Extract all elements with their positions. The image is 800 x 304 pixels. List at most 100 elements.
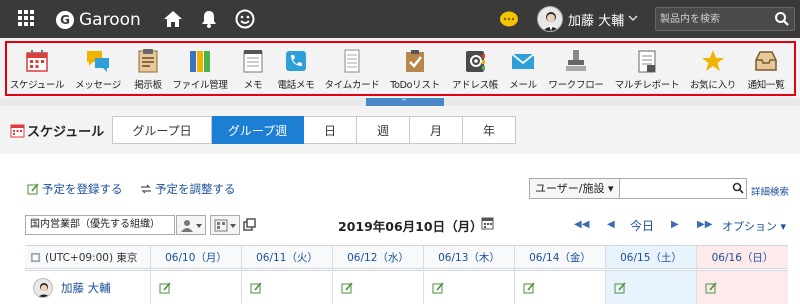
user-name-link[interactable]: 加藤 大輔 — [61, 280, 111, 296]
day-header-0616[interactable]: 06/16（日） — [696, 246, 788, 268]
app-label: ToDoリスト — [390, 80, 440, 91]
app-todo[interactable]: ToDoリスト — [388, 48, 442, 92]
popout-window-icon[interactable] — [243, 218, 256, 231]
user-name[interactable]: 加藤 大輔 — [568, 10, 624, 29]
app-file-management[interactable]: ファイル管理 — [170, 48, 230, 92]
notification-bell-icon[interactable] — [199, 9, 219, 29]
timezone-cell: (UTC+09:00) 東京 — [25, 246, 150, 268]
add-entry-icon[interactable] — [523, 281, 535, 294]
user-menu-chevron-icon[interactable] — [627, 12, 639, 24]
day-cell[interactable] — [514, 271, 605, 304]
app-bulletin[interactable]: 掲示板 — [131, 48, 165, 92]
user-picker-button[interactable] — [176, 215, 206, 235]
app-schedule[interactable]: スケジュール — [9, 48, 65, 92]
schedule-title: スケジュール — [27, 125, 105, 140]
collapse-chevron-icon: ^ — [401, 98, 407, 106]
tab-week[interactable]: 週 — [357, 116, 410, 144]
adjust-schedule-link[interactable]: 予定を調整する — [140, 181, 236, 197]
mail-envelope-icon — [510, 48, 536, 74]
app-memo[interactable]: メモ — [239, 48, 267, 92]
todo-clipboard-icon — [402, 48, 428, 74]
user-row-header: 加藤 大輔 — [25, 271, 150, 304]
user-facility-search: ユーザー/施設 ▾ — [529, 178, 747, 199]
app-address-book[interactable]: アドレス帳 — [450, 48, 500, 92]
add-entry-icon[interactable] — [432, 281, 444, 294]
user-facility-select-value: ユーザー/施設 — [535, 182, 605, 195]
facility-picker-button[interactable] — [210, 215, 240, 235]
day-cell[interactable] — [150, 271, 241, 304]
tab-month[interactable]: 月 — [410, 116, 463, 144]
add-entry-icon[interactable] — [250, 281, 262, 294]
day-cell[interactable] — [696, 271, 788, 304]
app-menu-grid-icon[interactable] — [18, 10, 35, 27]
options-menu[interactable]: オプション ▾ — [722, 218, 786, 234]
app-favorites[interactable]: お気に入り — [689, 48, 737, 92]
garoon-logo[interactable]: G Garoon — [56, 9, 141, 31]
tab-day[interactable]: 日 — [304, 116, 357, 144]
app-notifications[interactable]: 通知一覧 — [744, 48, 788, 92]
app-phone-memo[interactable]: 電話メモ — [276, 48, 316, 92]
day-header-0613[interactable]: 06/13（木） — [423, 246, 514, 268]
detail-search-link[interactable]: 詳細検索 — [751, 184, 789, 198]
day-header-0610[interactable]: 06/10（月） — [150, 246, 241, 268]
app-timecard[interactable]: タイムカード — [324, 48, 380, 92]
register-schedule-link[interactable]: 予定を登録する — [27, 181, 123, 197]
timezone-icon — [30, 252, 41, 262]
app-label: スケジュール — [9, 80, 65, 91]
day-cell[interactable] — [605, 271, 696, 304]
organization-select[interactable]: 国内営業部（優先する組織） — [25, 215, 175, 235]
multi-report-icon — [634, 48, 660, 74]
calendar-icon — [24, 48, 50, 74]
day-cell[interactable] — [423, 271, 514, 304]
user-facility-select[interactable]: ユーザー/施設 ▾ — [530, 179, 620, 198]
user-facility-input[interactable] — [621, 180, 745, 197]
day-header-0611[interactable]: 06/11（火） — [241, 246, 332, 268]
tab-year[interactable]: 年 — [463, 116, 516, 144]
message-bubbles-icon — [85, 48, 111, 74]
day-header-row: (UTC+09:00) 東京 06/10（月） 06/11（火） 06/12（水… — [25, 245, 788, 269]
notification-tray-icon — [753, 48, 779, 74]
options-label: オプション — [722, 220, 777, 233]
workflow-stamp-icon — [563, 48, 589, 74]
app-label: タイムカード — [324, 80, 380, 91]
prev-day-icon[interactable]: ◀ — [607, 219, 615, 230]
search-icon[interactable] — [774, 11, 790, 27]
next-day-icon[interactable]: ▶ — [671, 219, 679, 230]
app-workflow[interactable]: ワークフロー — [546, 48, 606, 92]
user-icon — [181, 220, 193, 232]
schedule-calendar-icon — [10, 124, 25, 138]
app-mail[interactable]: メール — [508, 48, 538, 92]
day-cell[interactable] — [332, 271, 423, 304]
facility-search-icon[interactable] — [732, 182, 744, 194]
message-badge-icon[interactable] — [499, 10, 519, 28]
tab-group-week[interactable]: グループ週 — [212, 116, 304, 144]
app-message[interactable]: メッセージ — [70, 48, 126, 92]
app-label: お気に入り — [689, 80, 736, 91]
user-avatar[interactable] — [537, 6, 563, 32]
add-entry-icon[interactable] — [341, 281, 353, 294]
schedule-grid: (UTC+09:00) 東京 06/10（月） 06/11（火） 06/12（水… — [25, 245, 788, 304]
prev-week-icon[interactable]: ◀◀ — [574, 219, 589, 230]
adjust-schedule-label: 予定を調整する — [155, 182, 236, 196]
day-header-0612[interactable]: 06/12（水） — [332, 246, 423, 268]
next-week-icon[interactable]: ▶▶ — [697, 219, 712, 230]
tab-group-day[interactable]: グループ日 — [112, 116, 212, 144]
view-tabs: グループ日 グループ週 日 週 月 年 — [112, 116, 516, 144]
home-icon[interactable] — [163, 9, 183, 29]
toolbar-collapse-button[interactable]: ^ — [366, 98, 444, 106]
day-header-0615[interactable]: 06/15（土） — [605, 246, 696, 268]
register-schedule-label: 予定を登録する — [42, 182, 123, 196]
dropdown-arrow-icon — [196, 224, 202, 228]
app-label: マルチレポート — [614, 80, 680, 91]
smiley-icon[interactable] — [235, 9, 255, 29]
global-search-input[interactable] — [660, 11, 772, 27]
day-header-0614[interactable]: 06/14（金） — [514, 246, 605, 268]
global-search-box — [655, 7, 795, 31]
day-cell[interactable] — [241, 271, 332, 304]
add-entry-icon[interactable] — [614, 281, 626, 294]
today-button[interactable]: 今日 — [630, 217, 654, 234]
add-entry-icon[interactable] — [159, 281, 171, 294]
app-multi-report[interactable]: マルチレポート — [614, 48, 680, 92]
add-entry-icon[interactable] — [705, 281, 717, 294]
date-picker-icon[interactable] — [481, 216, 494, 230]
